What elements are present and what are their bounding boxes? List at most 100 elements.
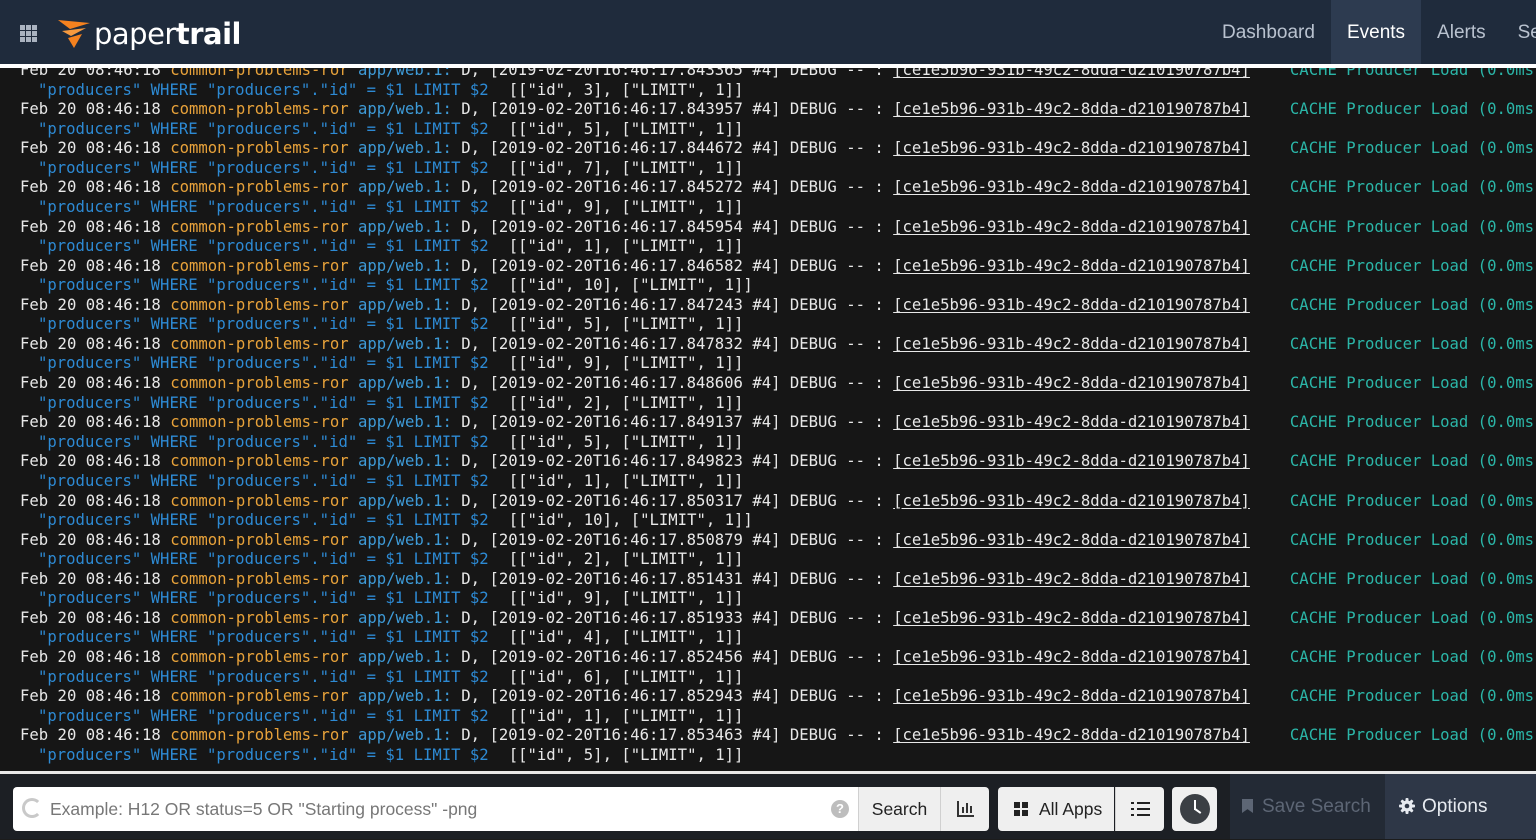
event-timestamp[interactable]: Feb 20 08:46:18: [20, 452, 161, 470]
event-program[interactable]: app/web.1:: [358, 492, 452, 510]
search-button[interactable]: Search: [858, 787, 940, 831]
log-event[interactable]: Feb 20 08:46:18 common-problems-ror app/…: [0, 256, 1536, 295]
log-event[interactable]: Feb 20 08:46:18 common-problems-ror app/…: [0, 177, 1536, 216]
papertrail-logo[interactable]: papertrail: [56, 14, 241, 54]
log-event[interactable]: Feb 20 08:46:18 common-problems-ror app/…: [0, 608, 1536, 647]
event-system[interactable]: common-problems-ror: [170, 68, 348, 79]
event-program[interactable]: app/web.1:: [358, 139, 452, 157]
log-event[interactable]: Feb 20 08:46:18 common-problems-ror app/…: [0, 530, 1536, 569]
log-event[interactable]: Feb 20 08:46:18 common-problems-ror app/…: [0, 334, 1536, 373]
log-event[interactable]: Feb 20 08:46:18 common-problems-ror app/…: [0, 138, 1536, 177]
event-request-id[interactable]: [ce1e5b96-931b-49c2-8dda-d210190787b4]: [893, 492, 1250, 510]
log-event[interactable]: Feb 20 08:46:18 common-problems-ror app/…: [0, 217, 1536, 256]
event-timestamp[interactable]: Feb 20 08:46:18: [20, 609, 161, 627]
event-timestamp[interactable]: Feb 20 08:46:18: [20, 726, 161, 744]
event-request-id[interactable]: [ce1e5b96-931b-49c2-8dda-d210190787b4]: [893, 257, 1250, 275]
nav-settings[interactable]: Set: [1502, 0, 1536, 64]
event-system[interactable]: common-problems-ror: [170, 178, 348, 196]
event-system[interactable]: common-problems-ror: [170, 139, 348, 157]
event-program[interactable]: app/web.1:: [358, 374, 452, 392]
event-request-id[interactable]: [ce1e5b96-931b-49c2-8dda-d210190787b4]: [893, 296, 1250, 314]
event-request-id[interactable]: [ce1e5b96-931b-49c2-8dda-d210190787b4]: [893, 609, 1250, 627]
apps-grid-icon[interactable]: [20, 25, 37, 42]
log-event[interactable]: Feb 20 08:46:18 common-problems-ror app/…: [0, 725, 1536, 764]
app-list-button[interactable]: [1115, 787, 1164, 831]
event-timestamp[interactable]: Feb 20 08:46:18: [20, 687, 161, 705]
graph-button[interactable]: [940, 787, 989, 831]
event-program[interactable]: app/web.1:: [358, 726, 452, 744]
event-timestamp[interactable]: Feb 20 08:46:18: [20, 100, 161, 118]
event-program[interactable]: app/web.1:: [358, 570, 452, 588]
log-event[interactable]: Feb 20 08:46:18 common-problems-ror app/…: [0, 569, 1536, 608]
event-request-id[interactable]: [ce1e5b96-931b-49c2-8dda-d210190787b4]: [893, 452, 1250, 470]
event-program[interactable]: app/web.1:: [358, 335, 452, 353]
event-system[interactable]: common-problems-ror: [170, 413, 348, 431]
all-apps-button[interactable]: All Apps: [998, 787, 1114, 831]
event-request-id[interactable]: [ce1e5b96-931b-49c2-8dda-d210190787b4]: [893, 178, 1250, 196]
event-timestamp[interactable]: Feb 20 08:46:18: [20, 413, 161, 431]
event-program[interactable]: app/web.1:: [358, 531, 452, 549]
nav-events[interactable]: Events: [1330, 0, 1422, 64]
log-event[interactable]: Feb 20 08:46:18 common-problems-ror app/…: [0, 68, 1536, 99]
log-event[interactable]: Feb 20 08:46:18 common-problems-ror app/…: [0, 412, 1536, 451]
help-icon[interactable]: ?: [831, 800, 849, 818]
event-request-id[interactable]: [ce1e5b96-931b-49c2-8dda-d210190787b4]: [893, 726, 1250, 744]
event-program[interactable]: app/web.1:: [358, 648, 452, 666]
event-timestamp[interactable]: Feb 20 08:46:18: [20, 648, 161, 666]
event-timestamp[interactable]: Feb 20 08:46:18: [20, 374, 161, 392]
event-system[interactable]: common-problems-ror: [170, 570, 348, 588]
event-program[interactable]: app/web.1:: [358, 413, 452, 431]
event-system[interactable]: common-problems-ror: [170, 648, 348, 666]
nav-alerts[interactable]: Alerts: [1421, 0, 1502, 64]
event-program[interactable]: app/web.1:: [358, 609, 452, 627]
event-timestamp[interactable]: Feb 20 08:46:18: [20, 531, 161, 549]
event-program[interactable]: app/web.1:: [358, 296, 452, 314]
event-timestamp[interactable]: Feb 20 08:46:18: [20, 178, 161, 196]
event-system[interactable]: common-problems-ror: [170, 257, 348, 275]
event-timestamp[interactable]: Feb 20 08:46:18: [20, 296, 161, 314]
event-system[interactable]: common-problems-ror: [170, 296, 348, 314]
search-input[interactable]: [50, 787, 810, 831]
event-request-id[interactable]: [ce1e5b96-931b-49c2-8dda-d210190787b4]: [893, 218, 1250, 236]
event-system[interactable]: common-problems-ror: [170, 374, 348, 392]
event-program[interactable]: app/web.1:: [358, 218, 452, 236]
event-program[interactable]: app/web.1:: [358, 178, 452, 196]
event-request-id[interactable]: [ce1e5b96-931b-49c2-8dda-d210190787b4]: [893, 413, 1250, 431]
event-log-stream[interactable]: Feb 20 08:46:18 common-problems-ror app/…: [0, 68, 1536, 771]
event-request-id[interactable]: [ce1e5b96-931b-49c2-8dda-d210190787b4]: [893, 139, 1250, 157]
event-request-id[interactable]: [ce1e5b96-931b-49c2-8dda-d210190787b4]: [893, 570, 1250, 588]
event-program[interactable]: app/web.1:: [358, 100, 452, 118]
event-system[interactable]: common-problems-ror: [170, 335, 348, 353]
event-program[interactable]: app/web.1:: [358, 687, 452, 705]
event-request-id[interactable]: [ce1e5b96-931b-49c2-8dda-d210190787b4]: [893, 68, 1250, 79]
event-request-id[interactable]: [ce1e5b96-931b-49c2-8dda-d210190787b4]: [893, 335, 1250, 353]
event-timestamp[interactable]: Feb 20 08:46:18: [20, 218, 161, 236]
event-system[interactable]: common-problems-ror: [170, 100, 348, 118]
event-system[interactable]: common-problems-ror: [170, 452, 348, 470]
log-event[interactable]: Feb 20 08:46:18 common-problems-ror app/…: [0, 451, 1536, 490]
event-request-id[interactable]: [ce1e5b96-931b-49c2-8dda-d210190787b4]: [893, 648, 1250, 666]
event-system[interactable]: common-problems-ror: [170, 726, 348, 744]
event-timestamp[interactable]: Feb 20 08:46:18: [20, 570, 161, 588]
event-request-id[interactable]: [ce1e5b96-931b-49c2-8dda-d210190787b4]: [893, 100, 1250, 118]
event-program[interactable]: app/web.1:: [358, 452, 452, 470]
log-event[interactable]: Feb 20 08:46:18 common-problems-ror app/…: [0, 686, 1536, 725]
save-search-button[interactable]: Save Search: [1242, 774, 1371, 839]
log-event[interactable]: Feb 20 08:46:18 common-problems-ror app/…: [0, 373, 1536, 412]
event-program[interactable]: app/web.1:: [358, 257, 452, 275]
event-system[interactable]: common-problems-ror: [170, 609, 348, 627]
event-request-id[interactable]: [ce1e5b96-931b-49c2-8dda-d210190787b4]: [893, 687, 1250, 705]
event-timestamp[interactable]: Feb 20 08:46:18: [20, 335, 161, 353]
log-event[interactable]: Feb 20 08:46:18 common-problems-ror app/…: [0, 491, 1536, 530]
event-timestamp[interactable]: Feb 20 08:46:18: [20, 257, 161, 275]
event-timestamp[interactable]: Feb 20 08:46:18: [20, 68, 161, 79]
event-request-id[interactable]: [ce1e5b96-931b-49c2-8dda-d210190787b4]: [893, 531, 1250, 549]
event-request-id[interactable]: [ce1e5b96-931b-49c2-8dda-d210190787b4]: [893, 374, 1250, 392]
log-event[interactable]: Feb 20 08:46:18 common-problems-ror app/…: [0, 295, 1536, 334]
event-system[interactable]: common-problems-ror: [170, 531, 348, 549]
event-system[interactable]: common-problems-ror: [170, 687, 348, 705]
event-timestamp[interactable]: Feb 20 08:46:18: [20, 139, 161, 157]
time-seek-button[interactable]: [1172, 787, 1217, 831]
options-button[interactable]: Options: [1385, 774, 1536, 839]
event-program[interactable]: app/web.1:: [358, 68, 452, 79]
